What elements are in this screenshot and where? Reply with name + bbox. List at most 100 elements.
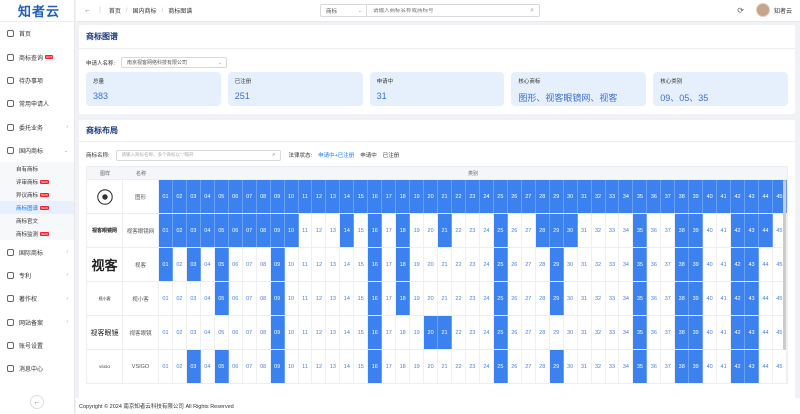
class-cell[interactable]: 08 — [256, 180, 271, 213]
class-cell[interactable]: 22 — [452, 316, 466, 349]
class-cell[interactable]: 09 — [270, 214, 285, 247]
class-cell[interactable]: 15 — [354, 214, 369, 247]
stat-card[interactable]: 申请中 31 — [369, 72, 505, 106]
class-cell[interactable]: 39 — [689, 214, 704, 247]
class-cell[interactable]: 31 — [577, 350, 592, 383]
class-cell[interactable]: 39 — [689, 350, 704, 383]
collapse-sidebar-button[interactable]: ← — [30, 395, 44, 409]
class-cell[interactable]: 43 — [745, 248, 759, 281]
class-cell[interactable]: 13 — [326, 350, 341, 383]
breadcrumb-home[interactable]: 首页 — [109, 6, 121, 15]
class-cell[interactable]: 33 — [605, 248, 620, 281]
class-cell[interactable]: 21 — [438, 180, 453, 213]
class-cell[interactable]: 10 — [284, 214, 299, 247]
class-cell[interactable]: 31 — [577, 282, 592, 315]
class-cell[interactable]: 23 — [465, 248, 480, 281]
class-cell[interactable]: 28 — [535, 350, 550, 383]
class-cell[interactable]: 42 — [731, 350, 746, 383]
class-cell[interactable]: 33 — [605, 350, 620, 383]
trademark-image[interactable]: 视客眼镜网 — [87, 214, 123, 247]
class-cell[interactable]: 26 — [507, 180, 522, 213]
class-cell[interactable]: 31 — [577, 248, 592, 281]
class-cell[interactable]: 20 — [424, 350, 439, 383]
class-cell[interactable]: 27 — [521, 180, 536, 213]
class-cell[interactable]: 03 — [186, 316, 201, 349]
class-cell[interactable]: 36 — [647, 316, 662, 349]
class-cell[interactable]: 11 — [298, 180, 313, 213]
sidebar-item-message[interactable]: 消息中心 — [0, 357, 74, 380]
stat-card[interactable]: 总量 383 — [86, 72, 221, 106]
class-cell[interactable]: 05 — [214, 180, 229, 213]
class-cell[interactable]: 31 — [577, 214, 592, 247]
class-cell[interactable]: 17 — [382, 214, 397, 247]
class-cell[interactable]: 07 — [242, 248, 257, 281]
class-cell[interactable]: 18 — [396, 316, 411, 349]
class-cell[interactable]: 05 — [214, 316, 229, 349]
class-cell[interactable]: 32 — [591, 316, 606, 349]
class-cell[interactable]: 15 — [354, 248, 369, 281]
class-cell[interactable]: 39 — [689, 316, 704, 349]
class-cell[interactable]: 38 — [675, 350, 690, 383]
sidebar-subitem[interactable]: 评审商标 NEW — [0, 175, 74, 189]
class-cell[interactable]: 35 — [633, 350, 648, 383]
class-cell[interactable]: 07 — [242, 282, 257, 315]
class-cell[interactable]: 31 — [577, 180, 592, 213]
class-cell[interactable]: 12 — [312, 180, 327, 213]
class-cell[interactable]: 21 — [438, 350, 453, 383]
class-cell[interactable]: 37 — [661, 282, 676, 315]
class-cell[interactable]: 01 — [159, 180, 173, 213]
class-cell[interactable]: 14 — [340, 282, 355, 315]
class-cell[interactable]: 41 — [717, 350, 732, 383]
class-cell[interactable]: 13 — [326, 316, 341, 349]
class-cell[interactable]: 26 — [507, 282, 522, 315]
class-cell[interactable]: 01 — [159, 350, 173, 383]
class-cell[interactable]: 42 — [731, 248, 746, 281]
user-name[interactable]: 知者云 — [774, 6, 792, 15]
sidebar-item-patent[interactable]: 专利 › — [0, 264, 74, 287]
class-cell[interactable]: 37 — [661, 180, 676, 213]
class-cell[interactable]: 06 — [228, 180, 243, 213]
class-cell[interactable]: 20 — [424, 316, 439, 349]
class-cell[interactable]: 37 — [661, 316, 676, 349]
name-search-input[interactable]: 请输入商标名称，多个商标以","隔开 ⌕ — [115, 149, 281, 161]
class-cell[interactable]: 38 — [675, 282, 690, 315]
class-cell[interactable]: 21 — [438, 214, 453, 247]
class-cell[interactable]: 32 — [591, 180, 606, 213]
class-cell[interactable]: 20 — [424, 214, 439, 247]
class-cell[interactable]: 17 — [382, 316, 397, 349]
class-cell[interactable]: 23 — [465, 282, 480, 315]
class-cell[interactable]: 22 — [452, 282, 466, 315]
class-cell[interactable]: 08 — [256, 248, 271, 281]
class-cell[interactable]: 36 — [647, 350, 662, 383]
class-cell[interactable]: 27 — [521, 282, 536, 315]
search-type-select[interactable]: 商标 ⌄ — [321, 5, 367, 16]
class-cell[interactable]: 05 — [214, 282, 229, 315]
class-cell[interactable]: 06 — [228, 316, 243, 349]
sidebar-subitem[interactable]: 商标官文 — [0, 214, 74, 228]
class-cell[interactable]: 44 — [758, 248, 773, 281]
class-cell[interactable]: 16 — [368, 316, 383, 349]
class-cell[interactable]: 01 — [159, 282, 173, 315]
class-cell[interactable]: 26 — [507, 248, 522, 281]
class-cell[interactable]: 22 — [452, 350, 466, 383]
sidebar-item-globe[interactable]: 国际商标 › — [0, 240, 74, 263]
class-cell[interactable]: 30 — [563, 350, 578, 383]
class-cell[interactable]: 07 — [242, 316, 257, 349]
class-cell[interactable]: 24 — [479, 282, 494, 315]
class-cell[interactable]: 02 — [172, 316, 187, 349]
class-cell[interactable]: 25 — [493, 350, 508, 383]
class-cell[interactable]: 30 — [563, 316, 578, 349]
class-cell[interactable]: 14 — [340, 248, 355, 281]
sidebar-item-todo[interactable]: 待办事项 — [0, 69, 74, 92]
class-cell[interactable]: 43 — [745, 316, 759, 349]
class-cell[interactable]: 15 — [354, 350, 369, 383]
class-cell[interactable]: 19 — [410, 316, 425, 349]
class-cell[interactable]: 16 — [368, 214, 383, 247]
class-cell[interactable]: 45 — [772, 350, 787, 383]
sidebar-item-search[interactable]: 商标查询 HOT — [0, 45, 74, 68]
class-cell[interactable]: 10 — [284, 316, 299, 349]
class-cell[interactable]: 34 — [619, 282, 634, 315]
class-cell[interactable]: 21 — [438, 248, 453, 281]
class-cell[interactable]: 04 — [200, 316, 215, 349]
class-cell[interactable]: 41 — [717, 180, 732, 213]
